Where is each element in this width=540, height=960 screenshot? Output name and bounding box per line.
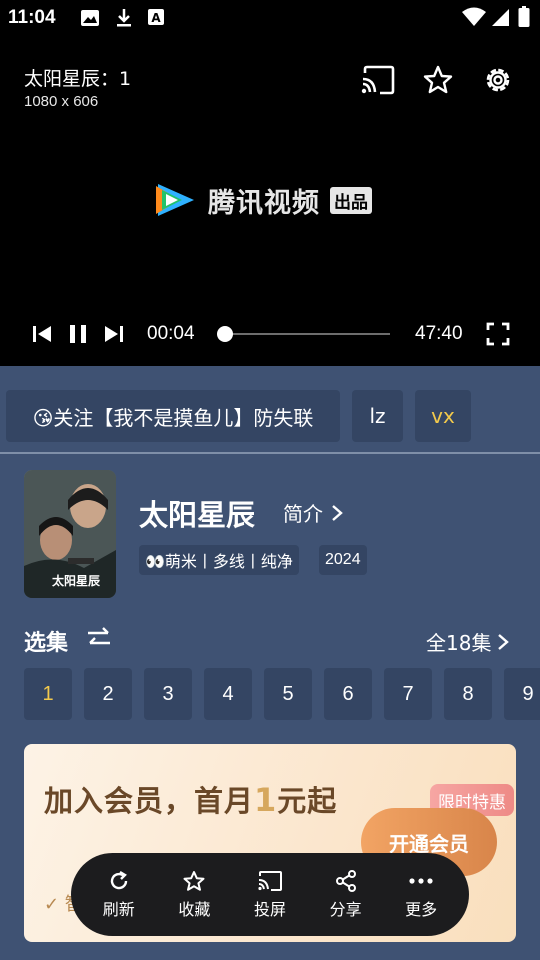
current-time: 00:04	[147, 323, 195, 344]
banner-title-prefix: 加入会员，首月	[44, 784, 255, 818]
banner-title-number: 1	[254, 781, 278, 819]
fullscreen-icon[interactable]	[484, 318, 512, 350]
status-time: 11:04	[8, 7, 56, 28]
tencent-video-logo: 腾讯视频 出品	[154, 178, 372, 222]
favorite-star-icon[interactable]	[418, 60, 458, 100]
refresh-icon	[110, 870, 127, 889]
sort-swap-icon[interactable]	[86, 626, 112, 650]
tencent-video-play-icon	[156, 184, 194, 216]
episode-button[interactable]: 7	[384, 668, 432, 720]
video-title: 太阳星辰：1	[24, 68, 132, 90]
settings-gear-icon[interactable]	[478, 60, 518, 100]
source-tag-label: 👀萌米丨多线丨纯净	[145, 552, 293, 571]
refresh-button[interactable]: 刷新	[87, 870, 151, 920]
pause-icon[interactable]	[64, 318, 92, 350]
logo-badge: 出品	[330, 186, 372, 214]
download-icon	[114, 8, 134, 32]
cast-label: 投屏	[253, 899, 286, 919]
cast-screen-icon	[258, 870, 282, 891]
vx-label: vx	[431, 404, 455, 428]
episode-button[interactable]: 3	[144, 668, 192, 720]
duration: 47:40	[415, 323, 463, 344]
bottom-action-bar: 刷新 收藏 投屏 分享 更多	[71, 853, 469, 936]
all-episodes-label: 全18集	[426, 631, 492, 655]
episodes-title-label: 选集	[24, 631, 69, 656]
year-tag: 2024	[319, 545, 367, 575]
poster-title-text: 太阳星辰	[52, 574, 101, 588]
year-tag-label: 2024	[325, 551, 361, 568]
cell-signal-icon	[492, 7, 510, 31]
divider	[0, 452, 540, 454]
episode-button[interactable]: 9	[504, 668, 540, 720]
episode-button[interactable]: 2	[84, 668, 132, 720]
follow-notice-chip[interactable]: 😘关注【我不是摸鱼儿】防失联	[6, 390, 340, 442]
share-label: 分享	[329, 899, 362, 919]
more-button[interactable]: 更多	[389, 870, 453, 920]
episode-button[interactable]: 4	[204, 668, 252, 720]
video-resolution: 1080 x 606	[24, 93, 99, 110]
intro-label: 简介	[283, 502, 323, 526]
video-player[interactable]: 太阳星辰：1 1080 x 606 腾讯视频 出品 00:04 47:40	[0, 36, 540, 366]
progress-slider[interactable]	[216, 326, 390, 342]
refresh-label: 刷新	[102, 899, 135, 919]
cast-icon[interactable]	[358, 60, 398, 100]
previous-icon[interactable]	[28, 318, 56, 350]
more-dots-icon	[409, 877, 433, 884]
show-title: 太阳星辰	[139, 498, 256, 532]
poster-image[interactable]: 太阳星辰	[24, 470, 116, 598]
episode-button[interactable]: 8	[444, 668, 492, 720]
next-icon[interactable]	[100, 318, 128, 350]
chevron-right-icon	[498, 633, 510, 650]
lz-chip[interactable]: lz	[352, 390, 403, 442]
episodes-section-title: 选集	[24, 625, 68, 657]
battery-icon	[518, 6, 530, 32]
a-box-icon: A	[147, 8, 165, 30]
more-label: 更多	[405, 899, 438, 919]
cast-button[interactable]: 投屏	[238, 870, 302, 920]
vx-chip[interactable]: vx	[415, 390, 471, 442]
logo-text: 腾讯视频	[208, 187, 320, 219]
image-notification-icon	[80, 8, 100, 32]
intro-link[interactable]: 简介	[283, 498, 345, 527]
banner-title-suffix: 元起	[277, 784, 338, 818]
favorite-button[interactable]: 收藏	[162, 870, 226, 920]
all-episodes-link[interactable]: 全18集	[426, 627, 511, 656]
svg-text:A: A	[151, 11, 161, 25]
favorite-label: 收藏	[178, 899, 211, 919]
episode-button[interactable]: 1	[24, 668, 72, 720]
source-tag: 👀萌米丨多线丨纯净	[139, 545, 299, 575]
chevron-right-icon	[332, 504, 343, 521]
status-bar: 11:04 A	[0, 0, 540, 36]
lz-label: lz	[369, 404, 386, 428]
episode-button[interactable]: 6	[324, 668, 372, 720]
wifi-icon	[462, 7, 486, 31]
episode-button[interactable]: 5	[264, 668, 312, 720]
star-icon	[183, 870, 205, 891]
share-button[interactable]: 分享	[314, 869, 378, 920]
follow-notice-label: 😘关注【我不是摸鱼儿】防失联	[32, 405, 314, 430]
banner-title: 加入会员，首月1元起	[44, 778, 337, 820]
progress-thumb[interactable]	[216, 326, 233, 342]
share-icon	[335, 869, 356, 892]
